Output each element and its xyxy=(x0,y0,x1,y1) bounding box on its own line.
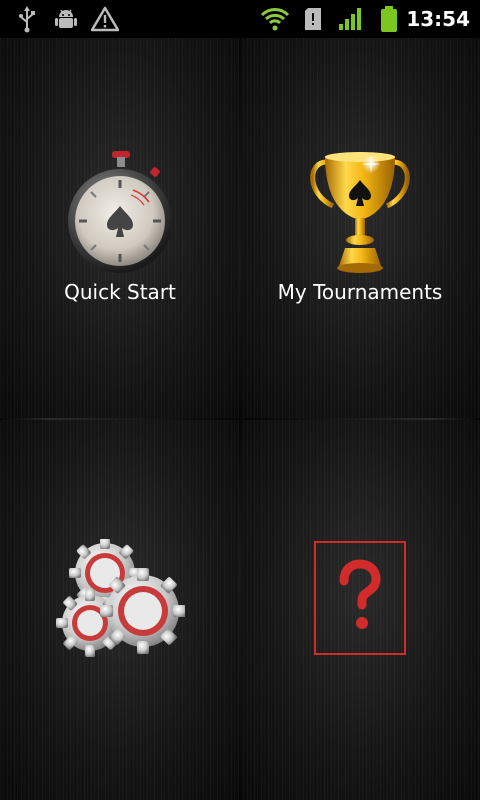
quick-start-label: Quick Start xyxy=(64,280,176,304)
my-tournaments-label: My Tournaments xyxy=(277,280,443,304)
app-screen: 13:54 Quick Start My Tournaments xyxy=(0,0,480,800)
signal-icon xyxy=(336,4,366,34)
status-time: 13:54 xyxy=(406,7,470,31)
help-question-icon xyxy=(314,541,406,655)
grid-divider-horizontal xyxy=(0,418,480,420)
status-bar: 13:54 xyxy=(0,0,480,38)
trophy-icon xyxy=(305,148,415,278)
usb-icon xyxy=(14,4,40,34)
warning-icon xyxy=(90,4,120,34)
my-tournaments-button[interactable]: My Tournaments xyxy=(240,38,480,419)
battery-icon xyxy=(376,4,402,34)
gears-icon xyxy=(55,537,186,659)
android-debug-icon xyxy=(52,4,80,34)
help-button[interactable] xyxy=(240,419,480,800)
quick-start-button[interactable]: Quick Start xyxy=(0,38,240,419)
sd-card-icon xyxy=(302,4,324,34)
wifi-icon xyxy=(260,4,290,34)
settings-button[interactable] xyxy=(0,419,240,800)
stopwatch-icon xyxy=(65,146,175,276)
